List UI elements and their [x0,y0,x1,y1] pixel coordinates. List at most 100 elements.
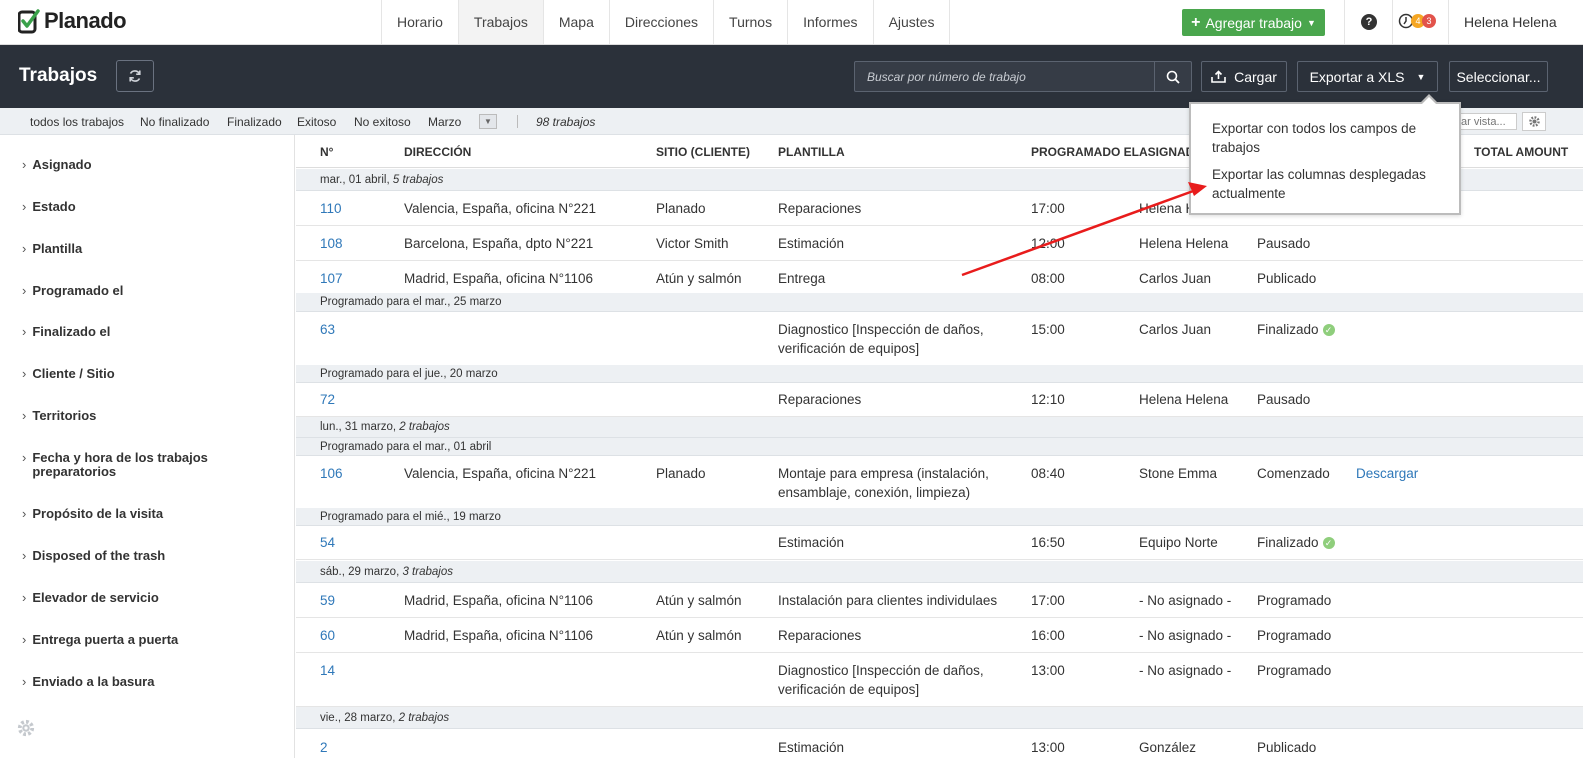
tab-horario[interactable]: Horario [382,0,459,44]
job-number-link[interactable]: 108 [320,234,343,253]
table-row[interactable]: 63 Diagnostico [Inspección de daños, ver… [296,312,1583,366]
sidebar-item-label: Cliente / Sitio [32,366,115,381]
job-number-link[interactable]: 59 [320,591,335,610]
column-header-number[interactable]: N° [320,145,333,159]
sidebar-item-template[interactable]: › Plantilla [22,242,82,256]
sidebar-item-territories[interactable]: › Territorios [22,409,96,423]
app-logo[interactable]: Planado [18,8,127,34]
job-number-link[interactable]: 72 [320,390,335,409]
export-xls-button[interactable]: Exportar a XLS ▼ [1297,61,1438,92]
group-count: 2 trabajos [399,421,450,433]
cell-template: Estimación [778,740,845,755]
add-job-label: Agregar trabajo [1205,14,1302,31]
table-row[interactable]: 2 Estimación 13:00 González Publicado [296,729,1583,758]
column-header-total-amount[interactable]: TOTAL AMOUNT [1474,145,1568,159]
filter-unsuccessful[interactable]: No exitoso [354,115,411,129]
tab-ajustes[interactable]: Ajustes [874,0,951,44]
view-search-input[interactable] [1457,113,1517,130]
cell-time: 13:00 [1031,663,1065,678]
tab-direcciones[interactable]: Direcciones [610,0,715,44]
filter-finished[interactable]: Finalizado [227,115,282,129]
chevron-right-icon: › [22,199,27,214]
export-label: Exportar a XLS [1309,68,1405,85]
group-header: Programado para el mar., 01 abril [296,438,1583,456]
table-row[interactable]: 59 Madrid, España, oficina N°1106 Atún y… [296,583,1583,618]
export-visible-columns-option[interactable]: Exportar las columnas desplegadas actual… [1212,165,1442,203]
column-header-site[interactable]: SITIO (CLIENTE) [656,145,750,159]
user-menu[interactable]: Helena Helena [1464,14,1557,30]
tab-mapa[interactable]: Mapa [544,0,610,44]
sidebar-item-disposed-trash[interactable]: › Disposed of the trash [22,549,165,563]
table-row[interactable]: 106 Valencia, España, oficina N°221 Plan… [296,456,1583,509]
upload-button[interactable]: Cargar [1201,61,1287,92]
page-title: Trabajos [19,65,98,86]
cell-time: 08:40 [1031,466,1065,481]
group-count: 2 trabajos [398,712,450,724]
filter-month[interactable]: Marzo [428,115,461,129]
cell-time: 13:00 [1031,740,1065,755]
sidebar-settings-button[interactable] [16,718,36,741]
table-row[interactable]: 54 Estimación 16:50 Equipo Norte Finaliz… [296,526,1583,560]
group-header: lun., 31 marzo, 2 trabajos [296,417,1583,438]
notifications[interactable]: 4 3 [1398,13,1436,29]
cell-address: Valencia, España, oficina N°221 [404,466,597,481]
chevron-right-icon: › [22,241,27,256]
sidebar-item-service-elevator[interactable]: › Elevador de servicio [22,591,159,605]
column-header-template[interactable]: PLANTILLA [778,145,845,159]
check-circle-icon: ✓ [1322,324,1335,337]
tab-informes[interactable]: Informes [788,0,874,44]
tab-trabajos[interactable]: Trabajos [458,0,544,44]
filter-successful[interactable]: Exitoso [297,115,336,129]
group-label: Programado para el mar., 25 marzo [320,296,502,308]
divider [517,115,518,128]
job-search [854,61,1192,92]
column-header-address[interactable]: DIRECCIÓN [404,145,471,159]
job-number-link[interactable]: 60 [320,626,335,645]
sidebar-item-finished[interactable]: › Finalizado el [22,325,110,339]
column-header-scheduled[interactable]: PROGRAMADO EL [1031,145,1139,159]
job-number-link[interactable]: 54 [320,533,335,552]
table-row[interactable]: 107 Madrid, España, oficina N°1106 Atún … [296,261,1583,296]
job-number-link[interactable]: 107 [320,269,343,288]
table-row[interactable]: 72 Reparaciones 12:10 Helena Helena Paus… [296,383,1583,417]
cell-status: Finalizado ✓ [1257,533,1335,552]
job-number-link[interactable]: 110 [320,199,342,218]
job-number-link[interactable]: 106 [320,464,343,483]
cell-assignee: Helena Helena [1139,392,1229,407]
sidebar-item-door-delivery[interactable]: › Entrega puerta a puerta [22,633,178,647]
filter-not-finished[interactable]: No finalizado [140,115,209,129]
sidebar-item-client-site[interactable]: › Cliente / Sitio [22,367,115,381]
search-input[interactable] [855,62,1155,91]
cell-status: Publicado [1257,271,1317,286]
add-job-button[interactable]: + Agregar trabajo ▼ [1182,9,1325,36]
refresh-button[interactable] [116,60,154,92]
table-row[interactable]: 108 Barcelona, España, dpto N°221 Victor… [296,226,1583,261]
sidebar-item-scheduled[interactable]: › Programado el [22,284,123,298]
sidebar-item-status[interactable]: › Estado [22,200,76,214]
cell-status: Pausado [1257,392,1311,407]
job-number-link[interactable]: 14 [320,661,335,680]
help-icon[interactable]: ? [1361,14,1377,30]
tab-turnos[interactable]: Turnos [714,0,789,44]
job-number-link[interactable]: 63 [320,320,335,339]
chevron-right-icon: › [22,506,27,521]
export-all-fields-option[interactable]: Exportar con todos los campos de trabajo… [1212,119,1442,157]
view-settings-button[interactable] [1522,112,1546,131]
group-label: vie., 28 marzo, [320,712,396,724]
group-label: Programado para el mié., 19 marzo [320,511,501,523]
select-button[interactable]: Seleccionar... [1449,61,1548,92]
search-button[interactable] [1154,62,1191,91]
sidebar-item-sent-trash[interactable]: › Enviado a la basura [22,675,154,689]
sidebar-item-prep-datetime[interactable]: › Fecha y hora de los trabajos preparator… [22,451,242,479]
table-row[interactable]: 60 Madrid, España, oficina N°1106 Atún y… [296,618,1583,653]
filter-all-jobs[interactable]: todos los trabajos [30,115,124,129]
check-circle-icon: ✓ [1322,537,1335,550]
sidebar-item-visit-purpose[interactable]: › Propósito de la visita [22,507,163,521]
month-dropdown-toggle[interactable]: ▼ [479,114,497,129]
cell-time: 12:10 [1031,392,1065,407]
sidebar-item-assigned[interactable]: › Asignado [22,158,92,172]
table-row[interactable]: 14 Diagnostico [Inspección de daños, ver… [296,653,1583,707]
download-link[interactable]: Descargar [1356,464,1418,483]
job-number-link[interactable]: 2 [320,738,328,757]
sidebar-item-label: Finalizado el [32,324,111,339]
